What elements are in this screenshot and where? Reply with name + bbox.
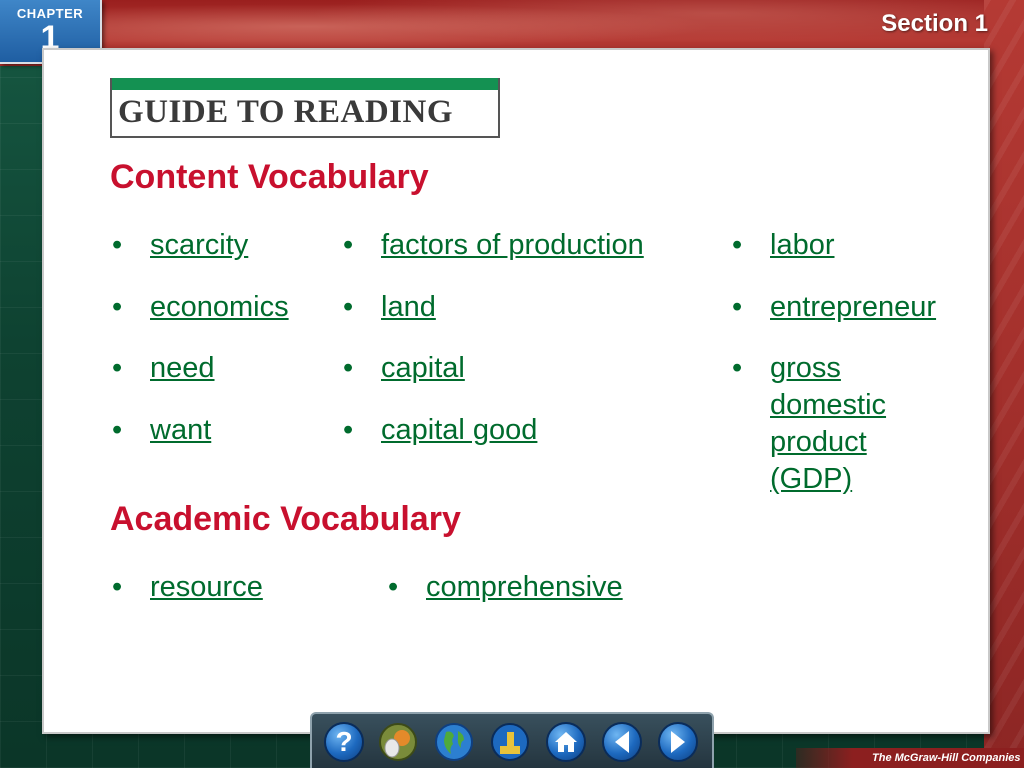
stamp-icon[interactable]	[490, 722, 530, 762]
vocab-link[interactable]: land	[381, 289, 436, 326]
vocab-link[interactable]: need	[150, 350, 215, 387]
vocab-link[interactable]: capital good	[381, 412, 537, 449]
vocab-link[interactable]: gross domestic product (GDP)	[770, 350, 930, 498]
bullet: •	[388, 571, 399, 603]
home-icon[interactable]	[546, 722, 586, 762]
academic-vocabulary-heading: Academic Vocabulary	[110, 500, 461, 538]
previous-arrow-icon[interactable]	[602, 722, 642, 762]
help-icon[interactable]: ?	[324, 722, 364, 762]
bullet: •	[343, 229, 354, 261]
bullet: •	[732, 229, 743, 261]
background-red-right	[984, 0, 1024, 768]
globe-icon[interactable]	[434, 722, 474, 762]
next-arrow-icon[interactable]	[658, 722, 698, 762]
bullet: •	[112, 291, 123, 323]
bullet: •	[732, 291, 743, 323]
guide-title: GUIDE TO READING	[118, 94, 454, 130]
bullet: •	[112, 229, 123, 261]
guide-banner-bar	[112, 78, 498, 90]
content-vocabulary-heading: Content Vocabulary	[110, 158, 429, 196]
bullet: •	[112, 571, 123, 603]
bullet: •	[343, 414, 354, 446]
vocab-link[interactable]: comprehensive	[426, 569, 623, 606]
section-label: Section 1	[881, 10, 988, 37]
vocab-link[interactable]: scarcity	[150, 227, 248, 264]
guide-to-reading-banner: GUIDE TO READING	[110, 78, 500, 138]
bullet: •	[732, 352, 743, 384]
bullet: •	[112, 352, 123, 384]
publisher-logo: The McGraw-Hill Companies	[796, 748, 1024, 768]
vocab-link[interactable]: capital	[381, 350, 465, 387]
vocab-link[interactable]: factors of production	[381, 227, 644, 264]
vocab-link[interactable]: resource	[150, 569, 263, 606]
vocab-link[interactable]: want	[150, 412, 211, 449]
vocab-link[interactable]: labor	[770, 227, 835, 264]
bullet: •	[343, 352, 354, 384]
bullet: •	[343, 291, 354, 323]
resources-icon[interactable]	[378, 722, 418, 762]
vocab-link[interactable]: entrepreneur	[770, 289, 936, 326]
vocab-link[interactable]: economics	[150, 289, 289, 326]
navigation-toolbar: ?	[310, 712, 714, 768]
bullet: •	[112, 414, 123, 446]
